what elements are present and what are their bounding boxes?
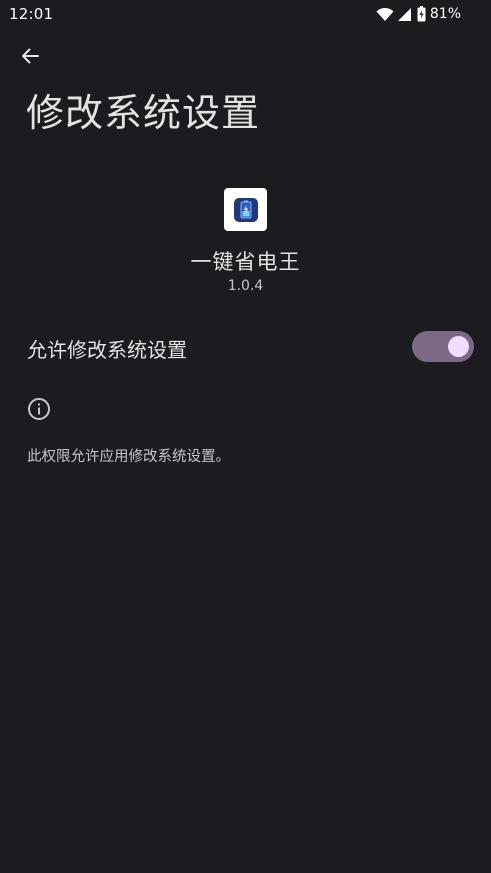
status-bar: 12:01 81% (0, 0, 491, 28)
back-button[interactable] (14, 42, 46, 74)
battery-icon (417, 6, 426, 22)
system-settings-permission-screen: 12:01 81% 修改系统设置 一键省电王 1.0.4 允许修改系统设置 此权… (0, 0, 491, 873)
battery-percent: 81% (429, 6, 461, 22)
status-icons: 81% (376, 5, 461, 23)
app-version: 1.0.4 (227, 278, 264, 294)
permission-description: 此权限允许应用修改系统设置。 (27, 449, 230, 465)
toggle-thumb (448, 336, 469, 357)
allow-modify-settings-toggle[interactable] (412, 331, 474, 362)
status-time: 12:01 (9, 5, 54, 23)
allow-modify-settings-row[interactable]: 允许修改系统设置 (0, 318, 491, 376)
wifi-icon (376, 7, 394, 22)
permission-label: 允许修改系统设置 (27, 338, 187, 362)
battery-app-icon (224, 188, 267, 231)
arrow-back-icon (20, 46, 40, 70)
info-icon (27, 397, 51, 421)
page-title: 修改系统设置 (26, 91, 261, 135)
app-name: 一键省电王 (190, 250, 301, 274)
signal-icon (397, 7, 412, 22)
